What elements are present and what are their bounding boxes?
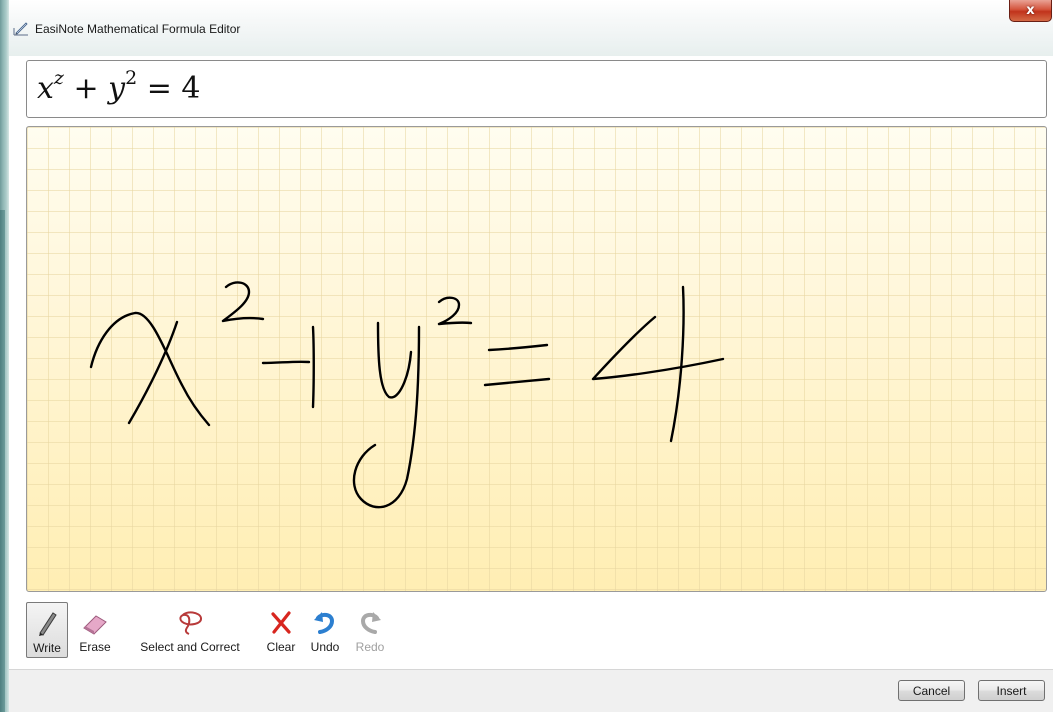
clear-tool-label: Clear — [266, 640, 296, 654]
close-icon: x — [1026, 3, 1035, 18]
lasso-icon — [179, 611, 202, 635]
undo-tool-button[interactable]: Undo — [304, 602, 346, 658]
ink-plus-vertical — [311, 325, 315, 409]
ink-y-stem — [352, 325, 421, 509]
select-correct-tool-label: Select and Correct — [140, 640, 240, 654]
dialog-button-bar: Cancel Insert — [9, 669, 1053, 712]
recognized-formula: xz + y2 = 4 — [37, 67, 201, 107]
pen-icon — [39, 612, 57, 636]
ink-x-stroke-1 — [89, 311, 211, 427]
ink-4-diagonal — [591, 315, 725, 381]
app-icon — [13, 22, 28, 36]
undo-tool-label: Undo — [310, 640, 340, 654]
ink-4-stem — [669, 285, 685, 443]
cancel-button[interactable]: Cancel — [898, 680, 965, 701]
ink-plus-horizontal — [261, 360, 311, 365]
undo-icon — [314, 612, 335, 634]
redo-tool-button[interactable]: Redo — [349, 602, 391, 658]
select-correct-tool-button[interactable]: Select and Correct — [124, 602, 256, 658]
erase-tool-label: Erase — [79, 640, 111, 654]
ink-exp-2-stroke — [221, 281, 265, 323]
redo-icon — [360, 612, 381, 634]
ink-x-stroke-2 — [127, 320, 179, 425]
insert-button[interactable]: Insert — [978, 680, 1045, 701]
handwriting-ink — [89, 281, 725, 509]
window-title: EasiNote Mathematical Formula Editor — [35, 22, 241, 36]
erase-tool-button[interactable]: Erase — [74, 602, 116, 658]
ink-exp-2-y-stroke — [437, 296, 473, 326]
ink-equals-top — [487, 343, 549, 352]
formula-editor-window: EasiNote Mathematical Formula Editor x x… — [9, 0, 1053, 712]
write-tool-label: Write — [33, 641, 61, 655]
write-tool-button[interactable]: Write — [26, 602, 68, 658]
redo-tool-label: Redo — [355, 640, 385, 654]
eraser-icon — [83, 615, 107, 635]
clear-x-icon — [271, 611, 291, 634]
close-button[interactable]: x — [1009, 0, 1052, 22]
ink-y-left-arm — [376, 321, 413, 399]
handwriting-canvas[interactable] — [26, 126, 1047, 592]
recognized-formula-field[interactable]: xz + y2 = 4 — [26, 60, 1047, 118]
title-bar[interactable]: EasiNote Mathematical Formula Editor x — [9, 0, 1053, 56]
ink-equals-bottom — [483, 377, 551, 387]
window-left-border — [0, 0, 9, 712]
clear-tool-button[interactable]: Clear — [261, 602, 301, 658]
